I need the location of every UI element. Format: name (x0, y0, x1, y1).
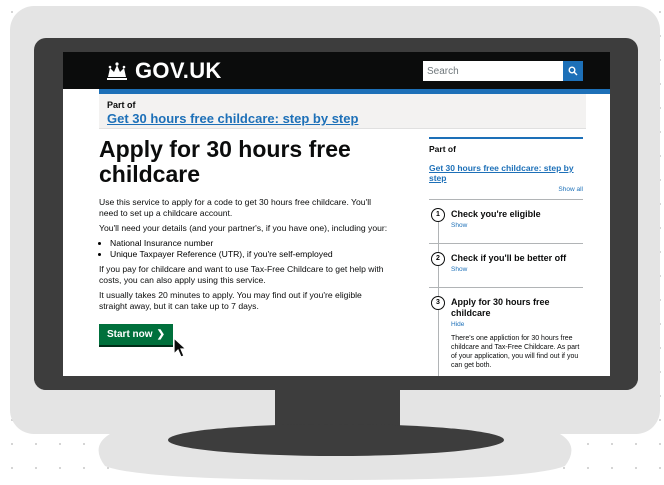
details-text: You'll need your details (and your partn… (99, 223, 388, 233)
step-description: There's one appliction for 30 hours free… (451, 335, 580, 369)
taxfree-text: If you pay for childcare and want to use… (99, 264, 384, 285)
mouse-pointer-icon (173, 337, 187, 358)
search-button[interactable] (563, 61, 583, 81)
step-title: Apply for 30 hours free childcare (451, 297, 550, 318)
step-show-toggle[interactable]: Show (451, 222, 583, 229)
start-now-label: Start now (107, 329, 153, 340)
step-list: 1 Check you're eligible Show 2 Check if … (429, 199, 583, 376)
monitor-chin (34, 376, 638, 390)
step-hide-toggle[interactable]: Hide (451, 321, 583, 328)
intro-text: Use this service to apply for a code to … (99, 197, 372, 218)
monitor-stand (275, 390, 400, 426)
page-title: Apply for 30 hours free childcare (99, 136, 351, 187)
chevron-right-icon: ❯ (156, 329, 165, 340)
step-show-toggle[interactable]: Show (451, 266, 583, 273)
step-number: 2 (431, 252, 445, 266)
step-nav-header: Part of Get 30 hours free childcare: ste… (99, 94, 586, 129)
step-item-1[interactable]: 1 Check you're eligible Show (429, 199, 583, 243)
crown-icon (107, 62, 127, 80)
monitor-base (168, 424, 504, 456)
monitor-screen: GOV.UK Part of Get 30 hours free childca… (63, 52, 610, 376)
search-box (423, 61, 583, 81)
step-number: 1 (431, 208, 445, 222)
step-by-step-sidebar: Part of Get 30 hours free childcare: ste… (429, 137, 583, 376)
logo-text: GOV.UK (135, 58, 222, 83)
time-text: It usually takes 20 minutes to apply. Yo… (99, 290, 362, 311)
step-title: Check you're eligible (451, 209, 541, 219)
step-number: 3 (431, 296, 445, 310)
partof-label: Part of (107, 100, 136, 110)
show-all-link[interactable]: Show all (429, 186, 583, 193)
list-item: Unique Taxpayer Reference (UTR), if you'… (110, 249, 391, 260)
step-item-3[interactable]: 3 Apply for 30 hours free childcare Hide… (429, 287, 583, 370)
requirements-list: National Insurance number Unique Taxpaye… (99, 238, 391, 260)
govuk-header: GOV.UK (63, 52, 610, 89)
sidebar-header: Part of Get 30 hours free childcare: ste… (429, 137, 583, 193)
step-item-2[interactable]: 2 Check if you'll be better off Show (429, 243, 583, 287)
main-content: Apply for 30 hours free childcare Use th… (99, 137, 391, 345)
search-input[interactable] (423, 61, 563, 81)
sidebar-link[interactable]: Get 30 hours free childcare: step by ste… (429, 163, 583, 183)
step-title: Check if you'll be better off (451, 253, 567, 263)
search-icon (568, 66, 578, 76)
list-item: National Insurance number (110, 238, 391, 249)
govuk-logo[interactable]: GOV.UK (105, 58, 222, 84)
partof-link[interactable]: Get 30 hours free childcare: step by ste… (107, 111, 578, 126)
sidebar-partof-label: Part of (429, 144, 456, 154)
start-now-button[interactable]: Start now ❯ (99, 324, 173, 345)
